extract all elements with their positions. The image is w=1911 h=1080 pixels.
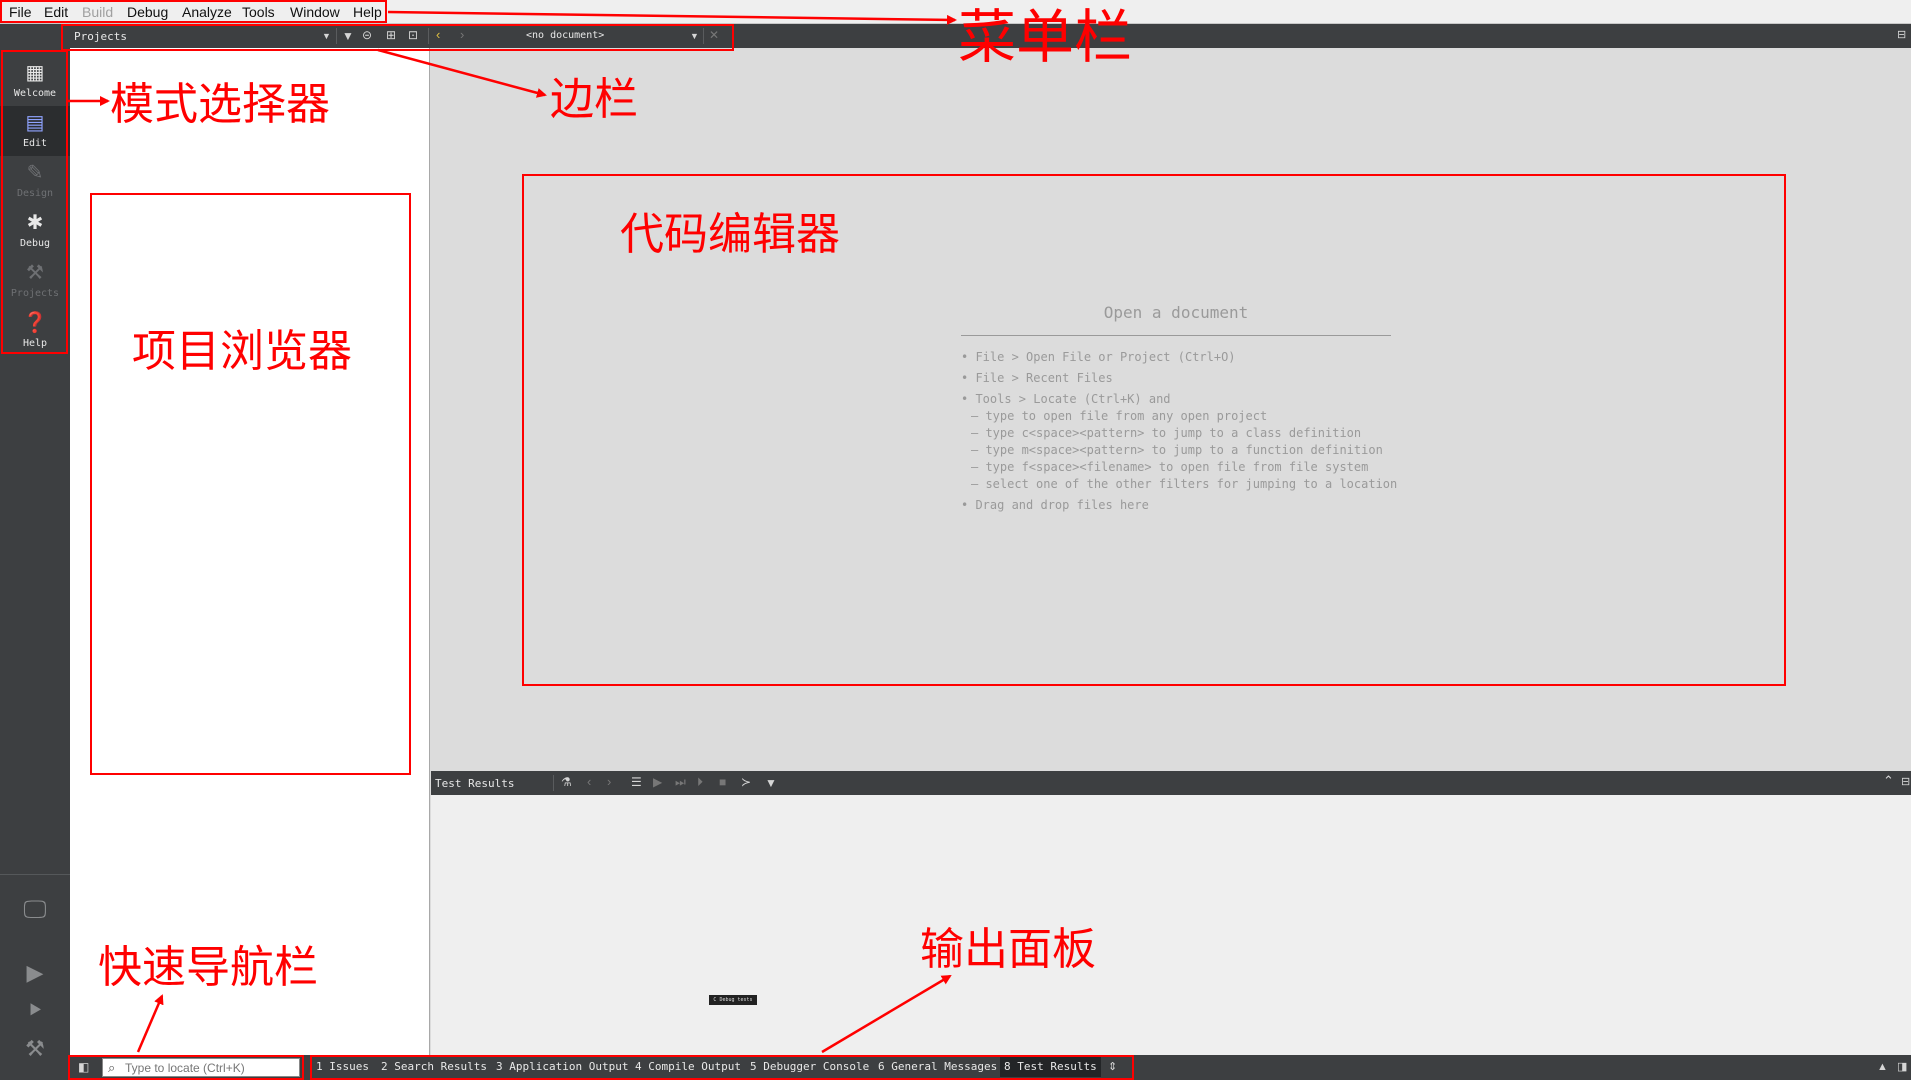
- filter-icon[interactable]: ▼: [765, 776, 777, 790]
- annotation-mode-selector: 模式选择器: [110, 79, 330, 130]
- annotation-project-browser: 项目浏览器: [132, 326, 352, 377]
- run-icon[interactable]: ▶: [0, 960, 70, 986]
- annotation-box-mode-selector: [1, 50, 68, 354]
- annotation-box-quick-nav: [68, 1055, 304, 1080]
- annotation-output-panel: 输出面板: [920, 924, 1096, 975]
- back-arrow-icon[interactable]: ‹: [587, 775, 591, 789]
- run-selected-icon[interactable]: ⏭: [675, 775, 686, 789]
- split-editor-icon[interactable]: ⊟: [1897, 28, 1906, 42]
- tooltip: C Debug tests: [709, 995, 757, 1005]
- stop-icon[interactable]: ■: [719, 775, 726, 789]
- run-tests-icon[interactable]: ⚗: [561, 775, 572, 789]
- toggle-output-icon[interactable]: ◨: [1897, 1060, 1907, 1074]
- output-panel-title: Test Results: [435, 777, 515, 790]
- debug-run-icon[interactable]: ⯈: [0, 998, 70, 1024]
- progress-toggle-icon[interactable]: ▲: [1877, 1060, 1888, 1074]
- annotation-menu-bar: 菜单栏: [958, 3, 1133, 71]
- run-icon[interactable]: ▶: [653, 775, 662, 789]
- run-file-icon[interactable]: ⏵: [697, 775, 703, 789]
- output-panel-header: Test Results ⚗ ‹ › ☰ ▶ ⏭ ⏵ ■ ≻ ▼ ⌃ ⊟: [431, 771, 1911, 795]
- annotation-box-sidebar: [61, 24, 734, 51]
- annotation-box-project-browser: [90, 193, 411, 775]
- build-icon[interactable]: ⚒: [0, 1036, 70, 1062]
- annotation-box-menu-bar: [0, 0, 387, 23]
- close-panel-icon[interactable]: ⊟: [1901, 775, 1910, 789]
- list-icon[interactable]: ☰: [631, 775, 642, 789]
- annotation-sidebar: 边栏: [550, 74, 638, 125]
- annotation-code-editor: 代码编辑器: [620, 209, 840, 260]
- annotation-box-output-panel: [310, 1055, 1134, 1080]
- kit-selector-icon[interactable]: 🖵: [0, 896, 70, 924]
- terminal-icon[interactable]: ≻: [741, 775, 751, 789]
- output-panel[interactable]: C Debug tests: [431, 795, 1911, 1055]
- tooltip-text: C Debug tests: [713, 997, 753, 1003]
- forward-arrow-icon[interactable]: ›: [607, 775, 611, 789]
- maximize-panel-icon[interactable]: ⌃: [1883, 774, 1894, 788]
- annotation-quick-nav: 快速导航栏: [98, 942, 318, 993]
